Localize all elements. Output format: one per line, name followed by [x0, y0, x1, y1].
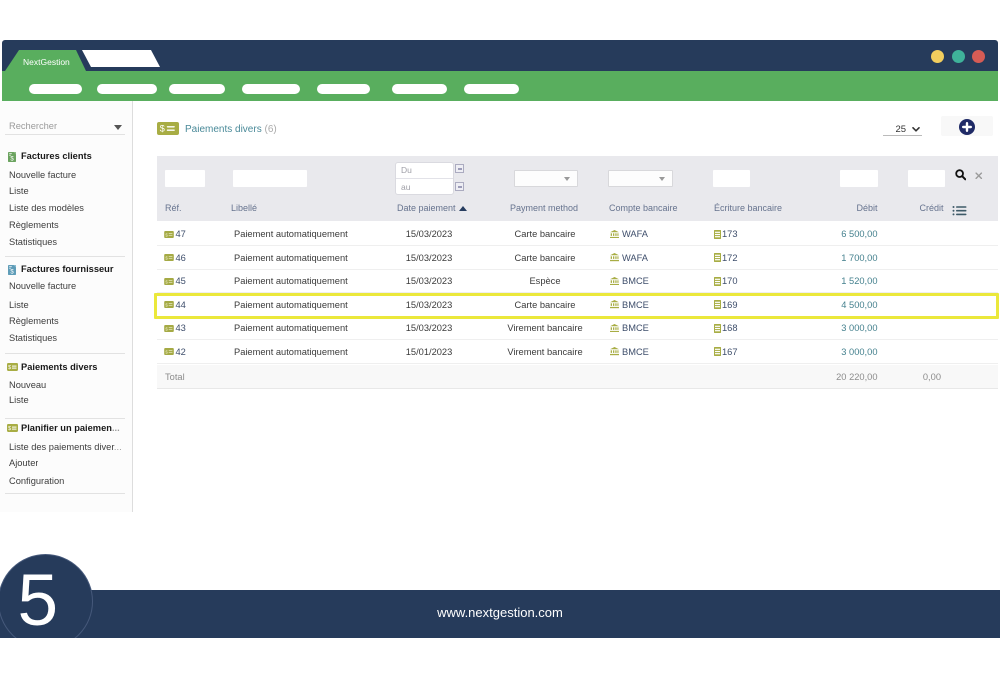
svg-text:$: $: [160, 124, 165, 134]
svg-text:$: $: [8, 426, 11, 432]
svg-text:$: $: [165, 326, 168, 332]
svg-text:$: $: [8, 365, 11, 371]
svg-text:$: $: [165, 232, 168, 238]
svg-text:$: $: [165, 256, 168, 262]
svg-text:$: $: [165, 350, 168, 356]
svg-text:$: $: [165, 279, 168, 285]
